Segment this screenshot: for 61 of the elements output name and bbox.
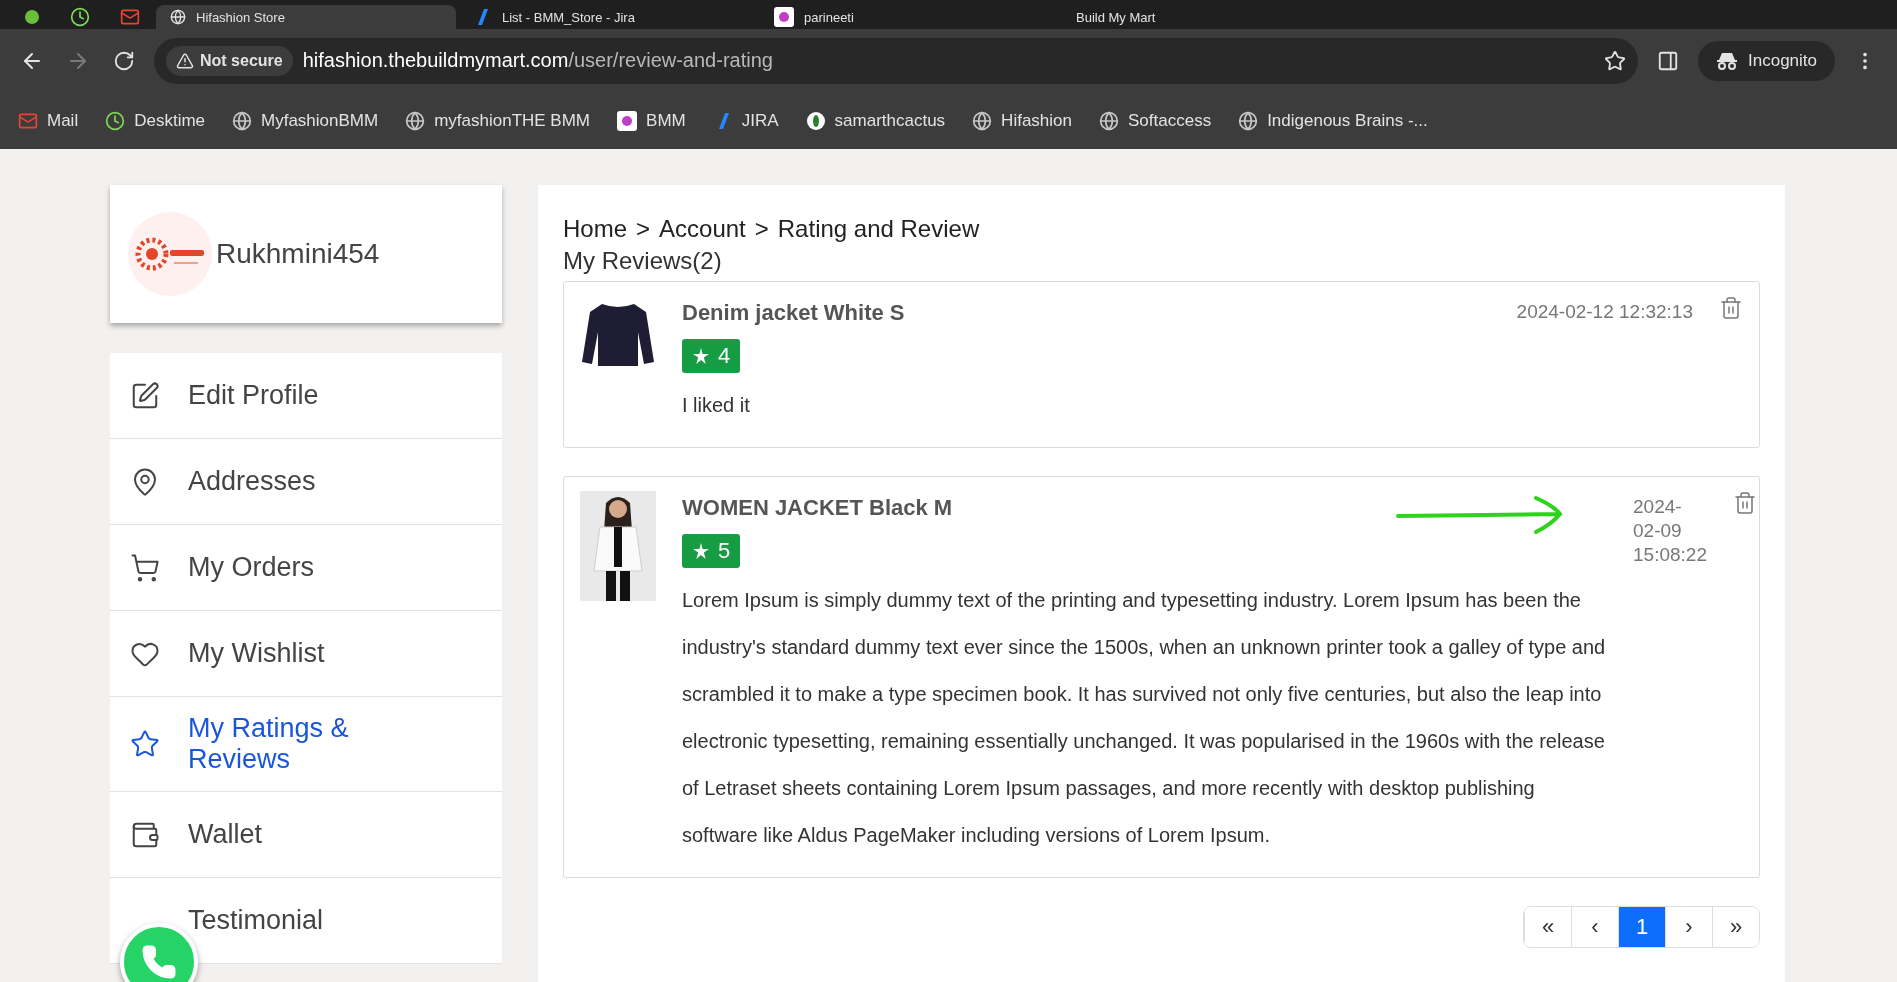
review-date: 2024-02-12 12:32:13 xyxy=(1516,300,1693,324)
phone-icon xyxy=(141,944,177,980)
bookmark[interactable]: myfashionTHE BMM xyxy=(405,110,591,131)
menu-item[interactable]: Addresses xyxy=(110,439,502,525)
star-icon xyxy=(692,347,710,365)
menu-item[interactable]: My Ratings & Reviews xyxy=(110,697,502,792)
menu-item[interactable]: Wallet xyxy=(110,792,502,878)
globe-icon xyxy=(1099,110,1119,131)
leaf-icon xyxy=(805,110,826,131)
incognito-button[interactable]: Incognito xyxy=(1698,40,1835,81)
security-chip[interactable]: Not secure xyxy=(166,45,293,76)
cart-icon xyxy=(130,552,160,583)
breadcrumb-separator: > xyxy=(636,215,651,243)
star-icon xyxy=(130,729,160,759)
globe-icon xyxy=(405,110,426,131)
menu-item[interactable]: My Orders xyxy=(110,525,502,611)
bookmark[interactable]: BMM xyxy=(617,110,686,131)
review-text: Lorem Ipsum is simply dummy text of the printing and typesetting industry. Lorem Ipsum has been the industry's standard dummy text ever since the 1500s, when an unknown printer took a galley of type and scrambled it to make a type specimen book. It has survived not only five centuries, but also the leap into electronic typesetting, remaining essentially unchanged. It was popularised in the 1960s with the release of Letraset sheets containing Lorem Ipsum passages, and more recently with desktop publishing software like Aldus PageMaker including versions of Lorem Ipsum. xyxy=(682,588,1607,848)
mail-icon xyxy=(120,7,140,27)
product-name: WOMEN JACKET Black M xyxy=(682,495,954,521)
rating-badge: 5 xyxy=(682,534,741,568)
menu-item[interactable]: My Wishlist xyxy=(110,611,502,697)
breadcrumb-link[interactable]: Home xyxy=(563,215,628,243)
bookmark[interactable]: Softaccess xyxy=(1099,110,1212,131)
browser-tab[interactable]: Hifashion Store xyxy=(156,5,456,29)
bookmark[interactable]: Mail xyxy=(18,110,79,131)
browser-tab[interactable]: List - BMM_Store - Jira xyxy=(458,5,758,29)
address-bar[interactable]: Not secure hifashion.thebuildmymart.com/user/review-and-rating xyxy=(154,37,1638,84)
globe-icon xyxy=(170,9,186,25)
page-heading: My Reviews(2) xyxy=(563,247,723,275)
globe-icon xyxy=(1238,110,1259,131)
clock-icon xyxy=(105,110,126,131)
review-text: I liked it xyxy=(682,393,751,418)
breadcrumb-separator: > xyxy=(754,215,769,243)
breadcrumb-link[interactable]: Rating and Review xyxy=(777,215,980,243)
bookmark[interactable]: samarthcactus xyxy=(805,110,946,131)
bookmark[interactable]: Hifashion xyxy=(972,110,1072,131)
globe-icon xyxy=(972,110,993,131)
star-icon xyxy=(692,542,710,560)
breadcrumb-link[interactable]: Account xyxy=(659,215,746,243)
menu-item[interactable]: Edit Profile xyxy=(110,353,502,439)
browser-tab[interactable]: Build My Mart xyxy=(1062,5,1362,29)
globe-icon xyxy=(232,110,253,131)
page-button[interactable]: » xyxy=(1712,907,1759,947)
bookmark[interactable]: Indigenous Brains -... xyxy=(1238,110,1428,131)
browser-tab[interactable]: parineeti xyxy=(760,5,1060,29)
username: Rukhmini454 xyxy=(216,238,380,270)
edit-icon xyxy=(130,380,160,411)
warning-icon xyxy=(176,51,194,70)
page-button[interactable]: 1 xyxy=(1618,907,1665,947)
incognito-icon xyxy=(1716,50,1738,71)
bookmark[interactable]: JIRA xyxy=(712,110,779,131)
rating-badge: 4 xyxy=(682,339,741,373)
review-date: 2024-02-09 15:08:22 xyxy=(1633,495,1707,567)
url-text: hifashion.thebuildmymart.com/user/review-and-rating xyxy=(302,49,774,72)
clock-icon xyxy=(70,7,90,27)
product-name: Denim jacket White S xyxy=(682,300,905,326)
bookmark[interactable]: Desktime xyxy=(105,110,206,131)
circle-icon xyxy=(24,9,40,25)
bookmark-star-icon[interactable] xyxy=(1604,49,1626,72)
bookmark[interactable]: MyfashionBMM xyxy=(232,110,379,131)
